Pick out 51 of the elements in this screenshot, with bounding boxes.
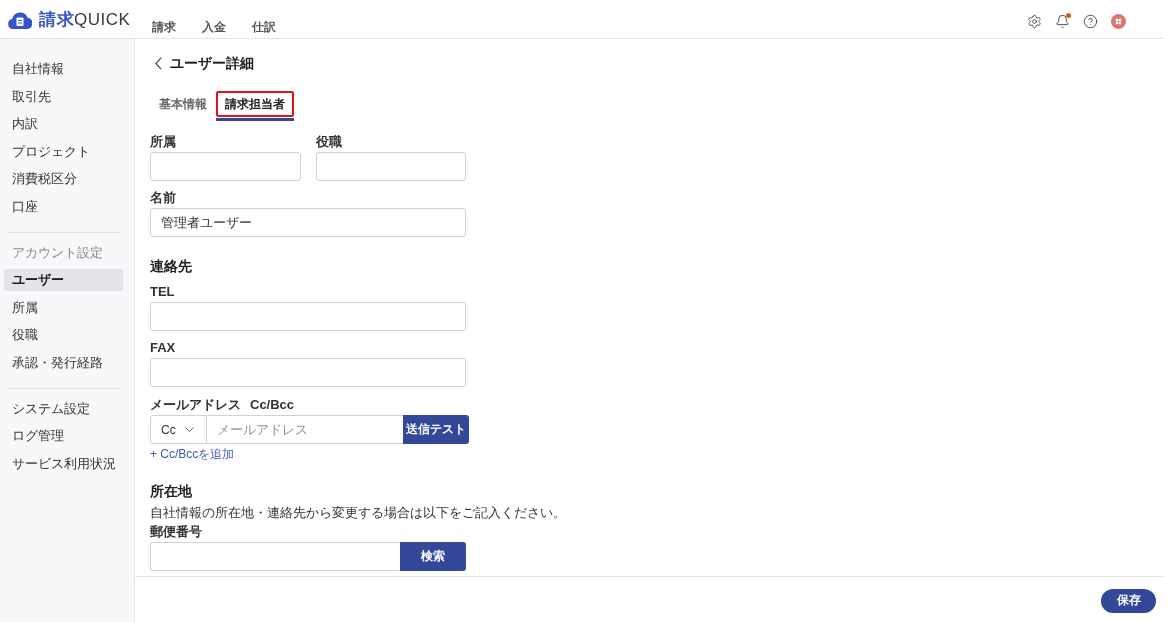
field-label: メールアドレス <box>150 397 241 412</box>
cc-select[interactable]: Cc <box>150 415 207 444</box>
text-field[interactable] <box>315 152 466 181</box>
sidebar-item[interactable]: 役職 <box>4 324 123 346</box>
nav-link[interactable]: 仕訳 <box>252 20 276 35</box>
sidebar-item[interactable]: 内訳 <box>4 113 123 135</box>
sidebar-item[interactable]: ユーザー <box>4 269 123 291</box>
save-button[interactable]: 保存 <box>1101 588 1156 613</box>
field-label: 役職 <box>315 134 343 149</box>
section-heading: 所在地 <box>150 482 193 500</box>
field-label: 名前 <box>150 190 177 205</box>
chevron-down-icon <box>185 427 194 432</box>
field-label: 所属 <box>150 134 177 149</box>
field-label: FAX <box>150 340 177 355</box>
text-field[interactable]: 管理者ユーザー <box>150 208 466 237</box>
avatar-icon[interactable] <box>1111 13 1126 29</box>
section-description: 自社情報の所在地・連絡先から変更する場合は以下をご記入ください。 <box>150 505 566 520</box>
text-field[interactable] <box>150 302 466 331</box>
cloud-logo-icon <box>8 11 32 29</box>
sidebar-item[interactable]: 所属 <box>4 296 123 319</box>
search-button[interactable]: 検索 <box>400 542 466 571</box>
nav-link[interactable]: 入金 <box>202 20 226 35</box>
postal-code-field[interactable] <box>150 542 400 571</box>
nav-link[interactable]: 請求 <box>152 20 176 35</box>
settings-icon[interactable] <box>1027 13 1042 29</box>
bell-icon[interactable] <box>1055 13 1070 29</box>
page-title: ユーザー詳細 <box>170 55 254 72</box>
brand-logo-text: 請求QUICK <box>39 10 131 30</box>
field-label-note: Cc/Bcc <box>250 397 295 412</box>
sidebar-item[interactable]: システム設定 <box>4 397 123 420</box>
back-chevron-icon[interactable] <box>155 57 162 70</box>
field-label: 郵便番号 <box>150 524 203 539</box>
sidebar-item[interactable]: ログ管理 <box>4 425 123 447</box>
text-field[interactable] <box>150 358 466 387</box>
sidebar-item[interactable]: 消費税区分 <box>4 168 123 190</box>
add-cc-link[interactable]: + Cc/Bccを追加 <box>150 447 235 461</box>
sidebar-item[interactable]: プロジェクト <box>4 140 123 163</box>
sidebar-item[interactable]: 取引先 <box>4 85 123 108</box>
send-test-button[interactable]: 送信テスト <box>403 415 469 444</box>
section-heading: 連絡先 <box>150 257 193 275</box>
sidebar-item[interactable]: 承認・発行経路 <box>4 351 123 374</box>
sidebar-item[interactable]: 自社情報 <box>4 58 123 80</box>
sidebar-item[interactable]: 口座 <box>4 195 123 218</box>
help-icon[interactable] <box>1083 13 1098 29</box>
text-field[interactable] <box>150 152 301 181</box>
sidebar-heading: アカウント設定 <box>11 243 104 262</box>
field-label: TEL <box>150 284 176 299</box>
sidebar-item[interactable]: サービス利用状況 <box>4 452 123 475</box>
email-field[interactable]: メールアドレス <box>207 415 403 444</box>
tab[interactable]: 基本情報 <box>150 91 216 121</box>
tab[interactable]: 請求担当者 <box>216 91 294 121</box>
